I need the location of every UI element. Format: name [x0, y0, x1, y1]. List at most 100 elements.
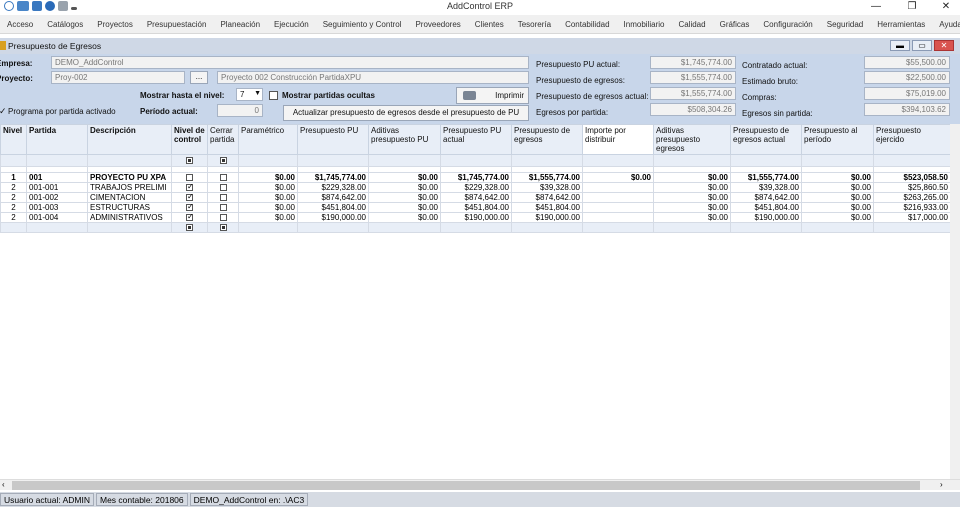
cell-pu-actual[interactable]: $190,000.00: [440, 212, 512, 223]
scroll-left-icon[interactable]: ‹: [2, 480, 5, 489]
horizontal-scroll-thumb[interactable]: [12, 481, 920, 490]
cell-egresos-actual[interactable]: $874,642.00: [730, 192, 802, 203]
col-nivel[interactable]: Nivel: [0, 124, 27, 155]
menu-inmobiliario[interactable]: Inmobiliario: [617, 20, 672, 29]
col-presupuesto-pu[interactable]: Presupuesto PU: [297, 124, 369, 155]
menu-graficas[interactable]: Gráficas: [713, 20, 757, 29]
filter-cerrar-checkbox[interactable]: [219, 157, 227, 165]
cell-periodo[interactable]: $0.00: [801, 182, 874, 193]
col-presupuesto-periodo[interactable]: Presupuesto al período: [801, 124, 874, 155]
cell-egresos[interactable]: $451,804.00: [511, 202, 583, 213]
menu-acceso[interactable]: Acceso: [0, 20, 40, 29]
cell-parametrico[interactable]: $0.00: [238, 182, 298, 193]
cell-pu[interactable]: $451,804.00: [297, 202, 369, 213]
cell-periodo[interactable]: $0.00: [801, 192, 874, 203]
cell-egresos[interactable]: $874,642.00: [511, 192, 583, 203]
proyecto-name-field[interactable]: Proyecto 002 Construcción PartidaXPU: [217, 71, 529, 84]
cell-periodo[interactable]: $0.00: [801, 212, 874, 223]
restore-button[interactable]: ❐: [898, 0, 926, 14]
cell-partida[interactable]: 001-004: [26, 212, 88, 223]
menu-planeacion[interactable]: Planeación: [213, 20, 267, 29]
col-importe-distribuir[interactable]: Importe por distribuir: [582, 124, 654, 155]
cell-aditivas-egr[interactable]: $0.00: [653, 172, 731, 183]
cell-descripcion[interactable]: ESTRUCTURAS: [87, 202, 172, 213]
menu-seguimiento[interactable]: Seguimiento y Control: [316, 20, 409, 29]
table-row[interactable]: 2 001-002 CIMENTACION $0.00 $874,642.00 …: [0, 192, 950, 203]
cell-distribuir[interactable]: [582, 182, 654, 193]
cell-aditivas-pu[interactable]: $0.00: [368, 182, 441, 193]
cell-periodo[interactable]: $0.00: [801, 202, 874, 213]
col-presupuesto-egresos[interactable]: Presupuesto de egresos: [511, 124, 583, 155]
nivel-control-checkbox[interactable]: [186, 194, 194, 202]
cell-nivel[interactable]: 2: [0, 182, 27, 193]
cell-pu-actual[interactable]: $1,745,774.00: [440, 172, 512, 183]
cell-pu-actual[interactable]: $451,804.00: [440, 202, 512, 213]
cell-aditivas-egr[interactable]: $0.00: [653, 202, 731, 213]
nivel-control-checkbox[interactable]: [186, 184, 194, 192]
cell-periodo[interactable]: $0.00: [801, 172, 874, 183]
empresa-field[interactable]: DEMO_AddControl: [51, 56, 529, 69]
proyecto-code-field[interactable]: Proy-002: [51, 71, 185, 84]
cell-egresos-actual[interactable]: $451,804.00: [730, 202, 802, 213]
cell-partida[interactable]: 001-001: [26, 182, 88, 193]
menu-ejecucion[interactable]: Ejecución: [267, 20, 316, 29]
cell-egresos-actual[interactable]: $39,328.00: [730, 182, 802, 193]
actualizar-presupuesto-button[interactable]: Actualizar presupuesto de egresos desde …: [283, 105, 529, 121]
nivel-select[interactable]: 7 ▼: [236, 88, 263, 101]
cell-aditivas-egr[interactable]: $0.00: [653, 192, 731, 203]
imprimir-button[interactable]: Imprimir: [456, 87, 529, 104]
mostrar-ocultas-checkbox[interactable]: [269, 91, 278, 100]
col-parametrico[interactable]: Paramétrico: [238, 124, 298, 155]
cell-partida[interactable]: 001: [26, 172, 88, 183]
cell-partida[interactable]: 001-002: [26, 192, 88, 203]
menu-contabilidad[interactable]: Contabilidad: [558, 20, 616, 29]
child-restore-button[interactable]: ▭: [912, 40, 932, 51]
cell-aditivas-pu[interactable]: $0.00: [368, 202, 441, 213]
cell-egresos[interactable]: $39,328.00: [511, 182, 583, 193]
cell-aditivas-pu[interactable]: $0.00: [368, 172, 441, 183]
menu-presupuestacion[interactable]: Presupuestación: [140, 20, 214, 29]
col-pu-actual[interactable]: Presupuesto PU actual: [440, 124, 512, 155]
cell-ejercido[interactable]: $25,860.50: [873, 182, 950, 193]
menu-catalogos[interactable]: Catálogos: [40, 20, 90, 29]
menu-proyectos[interactable]: Proyectos: [90, 20, 140, 29]
cell-ejercido[interactable]: $523,058.50: [873, 172, 950, 183]
cell-nivel[interactable]: 2: [0, 212, 27, 223]
cell-descripcion[interactable]: ADMINISTRATIVOS: [87, 212, 172, 223]
col-egresos-actual[interactable]: Presupuesto de egresos actual: [730, 124, 802, 155]
cell-nivel[interactable]: 2: [0, 192, 27, 203]
cell-distribuir[interactable]: $0.00: [582, 172, 654, 183]
col-nivel-control[interactable]: Nivel de control: [171, 124, 208, 155]
cell-pu-actual[interactable]: $874,642.00: [440, 192, 512, 203]
minimize-button[interactable]: —: [862, 0, 890, 14]
col-presupuesto-ejercido[interactable]: Presupuesto ejercido: [873, 124, 950, 155]
menu-tesoreria[interactable]: Tesorería: [511, 20, 558, 29]
menu-ayuda[interactable]: Ayuda: [932, 20, 960, 29]
cell-descripcion[interactable]: CIMENTACION: [87, 192, 172, 203]
horizontal-scrollbar[interactable]: ‹ ›: [0, 479, 960, 490]
table-row[interactable]: 2 001-001 TRABAJOS PRELIMI $0.00 $229,32…: [0, 182, 950, 193]
cell-parametrico[interactable]: $0.00: [238, 212, 298, 223]
scroll-right-icon[interactable]: ›: [940, 480, 943, 489]
cell-aditivas-egr[interactable]: $0.00: [653, 182, 731, 193]
menu-calidad[interactable]: Calidad: [671, 20, 712, 29]
cell-aditivas-pu[interactable]: $0.00: [368, 212, 441, 223]
table-row[interactable]: 1 001 PROYECTO PU XPA $0.00 $1,745,774.0…: [0, 172, 950, 183]
cell-distribuir[interactable]: [582, 192, 654, 203]
cerrar-partida-checkbox[interactable]: [219, 174, 227, 182]
cell-parametrico[interactable]: $0.00: [238, 172, 298, 183]
summary-control-checkbox[interactable]: [186, 224, 193, 232]
menu-clientes[interactable]: Clientes: [468, 20, 511, 29]
cell-aditivas-pu[interactable]: $0.00: [368, 192, 441, 203]
cell-aditivas-egr[interactable]: $0.00: [653, 212, 731, 223]
cell-descripcion[interactable]: PROYECTO PU XPA: [87, 172, 172, 183]
cerrar-partida-checkbox[interactable]: [219, 214, 227, 222]
cell-pu-actual[interactable]: $229,328.00: [440, 182, 512, 193]
cell-pu[interactable]: $229,328.00: [297, 182, 369, 193]
cell-pu[interactable]: $1,745,774.00: [297, 172, 369, 183]
cell-ejercido[interactable]: $17,000.00: [873, 212, 950, 223]
cerrar-partida-checkbox[interactable]: [219, 184, 227, 192]
child-minimize-button[interactable]: ▬: [890, 40, 910, 51]
summary-cerrar-checkbox[interactable]: [219, 224, 227, 232]
periodo-field[interactable]: 0: [217, 104, 263, 117]
